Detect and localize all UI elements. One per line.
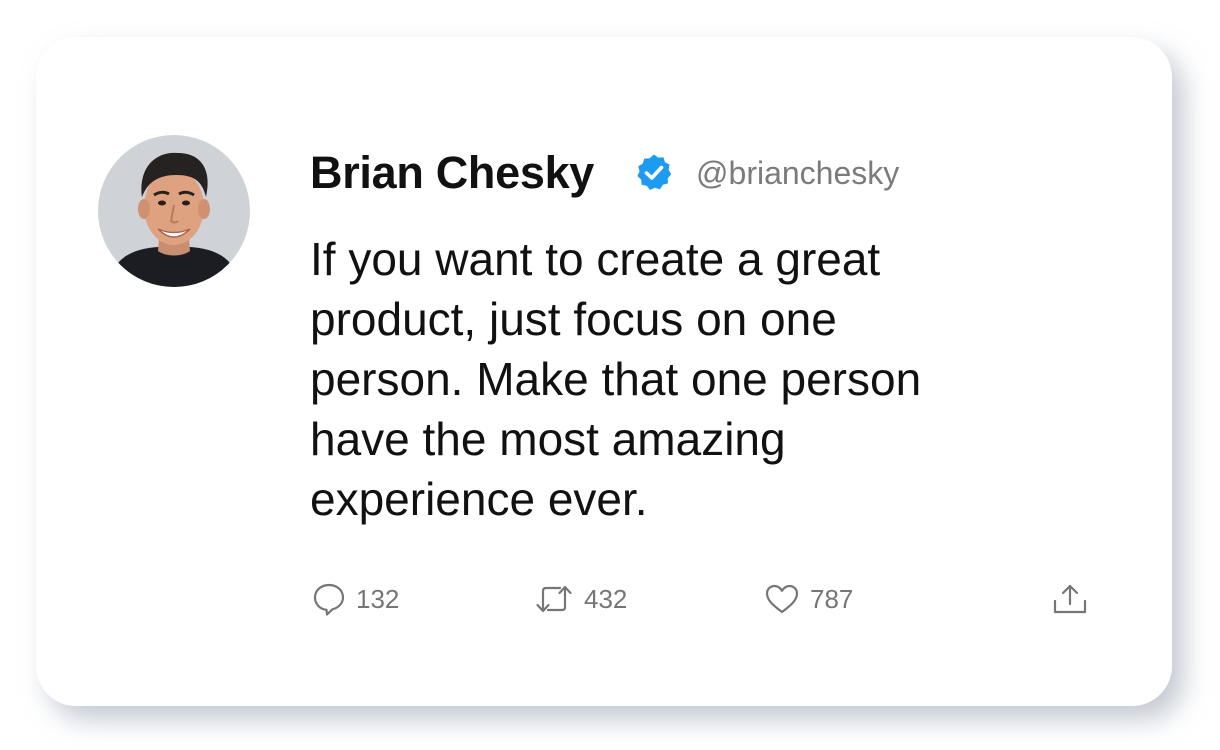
reply-icon	[312, 582, 346, 616]
reply-button[interactable]: 132	[312, 577, 399, 621]
tweet-header: Brian Chesky @brianchesky	[310, 143, 899, 203]
share-icon	[1052, 582, 1088, 616]
like-count: 787	[810, 583, 854, 614]
tweet-text: If you want to create a great product, j…	[310, 233, 922, 525]
verified-badge-icon	[634, 153, 674, 193]
tweet-card: Brian Chesky @brianchesky If you want to…	[36, 37, 1172, 706]
retweet-icon	[534, 582, 574, 616]
share-button[interactable]	[1052, 577, 1088, 621]
like-button[interactable]: 787	[764, 577, 853, 621]
avatar[interactable]	[98, 135, 250, 287]
author-name[interactable]: Brian Chesky	[310, 147, 594, 199]
author-handle[interactable]: @brianchesky	[696, 155, 899, 192]
tweet-actions: 132 432 787	[310, 577, 1087, 621]
reply-count: 132	[356, 583, 400, 614]
like-icon	[764, 582, 800, 616]
retweet-count: 432	[584, 583, 628, 614]
retweet-button[interactable]: 432	[534, 577, 627, 621]
